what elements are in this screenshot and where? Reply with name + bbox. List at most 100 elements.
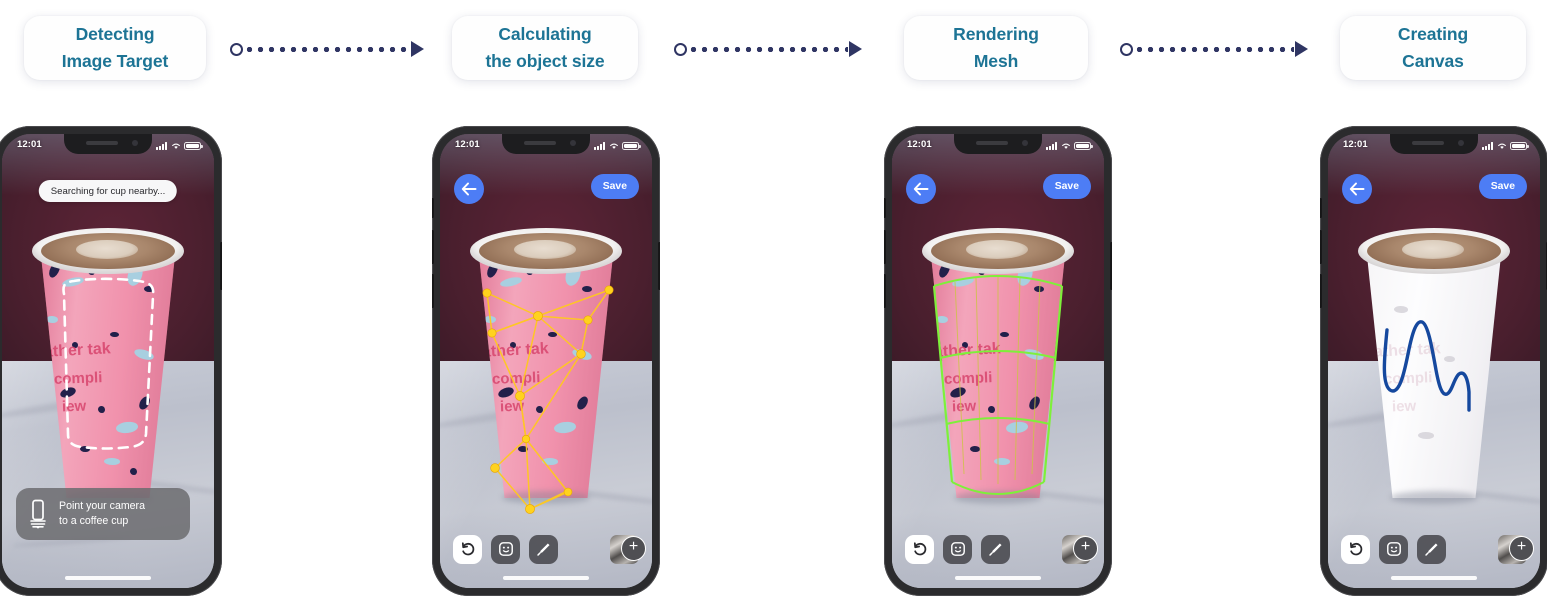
front-camera-icon: [1022, 140, 1028, 146]
cup-brand-line3: iew: [499, 397, 525, 416]
battery-icon: [1074, 141, 1093, 150]
cup-brand-line1: ather tak: [481, 340, 550, 361]
home-indicator[interactable]: [65, 576, 151, 580]
cup-speck: [46, 316, 58, 323]
editor-toolbar: +: [892, 532, 1104, 566]
device-button-mute: [884, 198, 886, 218]
device-notch: [1390, 134, 1478, 154]
plus-icon[interactable]: +: [621, 535, 646, 561]
cup-speck: [98, 406, 105, 413]
connector-1: [230, 38, 424, 60]
cup-shadow: [954, 491, 1042, 504]
pipeline-steps-row: Detecting Image Target Calculating the o…: [0, 0, 1547, 100]
latte-art-foam: [966, 240, 1028, 259]
step-chip-rendering[interactable]: Rendering Mesh: [904, 16, 1088, 80]
status-time: 12:01: [17, 139, 42, 150]
sticker-button[interactable]: [491, 534, 520, 564]
status-time: 12:01: [1343, 139, 1368, 150]
connector-arrowhead-icon: [849, 41, 862, 57]
cup-shadow: [1390, 491, 1478, 504]
undo-arrow-icon: [913, 542, 926, 556]
coffee-cup: ather tak compli iew: [470, 220, 622, 520]
paintbrush-icon: [537, 542, 550, 556]
step-chip-detecting[interactable]: Detecting Image Target: [24, 16, 206, 80]
save-button[interactable]: Save: [1478, 174, 1527, 199]
earpiece-speaker: [524, 141, 556, 145]
step-chip-creating[interactable]: Creating Canvas: [1340, 16, 1526, 80]
cellular-signal-icon: [156, 142, 167, 150]
cup-texture-fleck: [1394, 306, 1408, 313]
status-icons: [1482, 140, 1529, 150]
save-button[interactable]: Save: [1042, 174, 1091, 199]
connector-dotted-line: [688, 46, 848, 52]
cup-brand-line2: compli: [943, 369, 993, 388]
cup-texture-fleck: [1444, 356, 1455, 362]
cup-brand-line3: iew: [61, 397, 87, 416]
front-camera-icon: [570, 140, 576, 146]
coffee-cup: ather tak compli iew: [922, 220, 1074, 520]
cellular-signal-icon: [1046, 142, 1057, 150]
plus-icon[interactable]: +: [1509, 535, 1534, 561]
connector-2: [674, 38, 862, 60]
sticker-button[interactable]: [1379, 534, 1408, 564]
cellular-signal-icon: [1482, 142, 1493, 150]
home-indicator[interactable]: [503, 576, 589, 580]
device-button-volume-up: [1320, 230, 1322, 264]
status-time: 12:01: [907, 139, 932, 150]
back-button[interactable]: [454, 174, 484, 204]
cup-speck: [936, 316, 948, 323]
sticker-face-icon: [1386, 542, 1401, 556]
undo-button[interactable]: [905, 534, 934, 564]
brush-button[interactable]: [981, 534, 1010, 564]
step-label-line1: Detecting: [75, 24, 155, 45]
earpiece-speaker: [976, 141, 1008, 145]
status-time: 12:01: [455, 139, 480, 150]
phone-screen-calculating: ather tak compli iew 12:01 Save +: [440, 134, 652, 588]
back-button[interactable]: [1342, 174, 1372, 204]
cup-speck: [144, 286, 154, 292]
cup-body: ather tak compli iew: [930, 246, 1066, 498]
back-button[interactable]: [906, 174, 936, 204]
cup-speck: [994, 458, 1010, 465]
brush-button[interactable]: [1417, 534, 1446, 564]
wifi-icon: [171, 143, 180, 149]
cup-brand-line2: compli: [491, 369, 541, 388]
paintbrush-icon: [1425, 542, 1438, 556]
cup-speck: [542, 458, 558, 465]
undo-button[interactable]: [453, 534, 482, 564]
cup-speck: [1034, 286, 1044, 292]
brush-button[interactable]: [529, 534, 558, 564]
cup-speck: [80, 446, 90, 452]
phone-screen-rendering: ather tak compli iew 12:01 Save +: [892, 134, 1104, 588]
editor-toolbar: +: [1328, 532, 1540, 566]
status-bar: 12:01: [440, 134, 652, 164]
phone-move-icon: [30, 499, 46, 529]
sticker-button[interactable]: [943, 534, 972, 564]
undo-button[interactable]: [1341, 534, 1370, 564]
cup-brand-line1-faded: ather tak: [1373, 340, 1442, 361]
add-photo-button[interactable]: +: [610, 534, 646, 564]
wifi-icon: [1061, 143, 1070, 149]
add-photo-button[interactable]: +: [1498, 534, 1534, 564]
plus-icon[interactable]: +: [1073, 535, 1098, 561]
save-button[interactable]: Save: [590, 174, 639, 199]
step-label-line1: Rendering: [953, 24, 1039, 45]
home-indicator[interactable]: [955, 576, 1041, 580]
phone-screen-detecting: ather tak compli iew 12:01 Searching for…: [2, 134, 214, 588]
connector-dotted-line: [1134, 46, 1294, 52]
wifi-icon: [609, 143, 618, 149]
add-photo-button[interactable]: +: [1062, 534, 1098, 564]
phone-mockup-rendering: ather tak compli iew 12:01 Save +: [884, 126, 1112, 596]
device-button-volume-down: [432, 274, 434, 308]
hint-line1: Point your camera: [59, 499, 145, 512]
phone-mockup-detecting: ather tak compli iew 12:01 Searching for…: [0, 126, 222, 596]
home-indicator[interactable]: [1391, 576, 1477, 580]
camera-hint-card: Point your camera to a coffee cup: [16, 487, 190, 540]
cup-speck: [130, 468, 137, 475]
step-chip-calculating[interactable]: Calculating the object size: [452, 16, 638, 80]
phone-mockup-creating: ather tak compli iew 12:01 Save +: [1320, 126, 1547, 596]
undo-arrow-icon: [461, 542, 474, 556]
device-button-volume-down: [884, 274, 886, 308]
cup-body-blank-canvas: ather tak compli iew: [1366, 246, 1502, 498]
cup-shadow: [502, 491, 590, 504]
